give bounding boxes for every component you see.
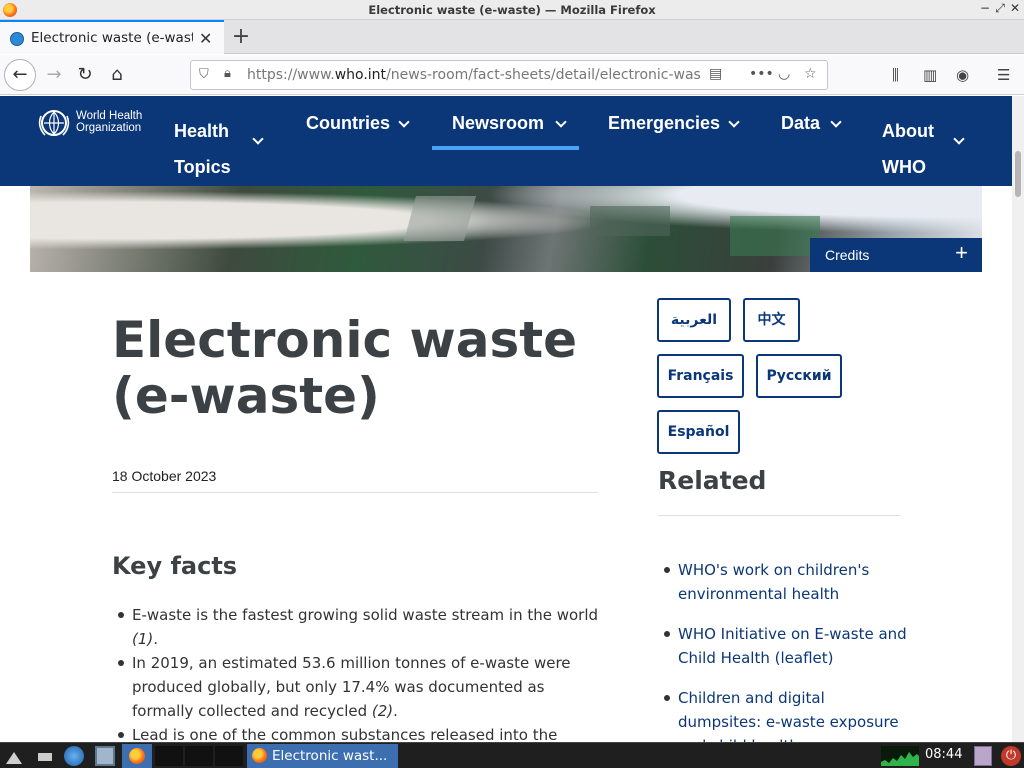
menu-icon[interactable]: ☰ xyxy=(997,66,1010,84)
reference-link[interactable]: (1) xyxy=(132,630,153,648)
firefox-launcher[interactable] xyxy=(122,744,152,768)
list-item: Lead is one of the common substances rel… xyxy=(118,723,608,742)
tab-label: Electronic waste (e-waste) xyxy=(31,30,193,46)
close-window-icon[interactable]: ✕ xyxy=(1008,1,1022,15)
workspace-1[interactable] xyxy=(155,746,183,766)
nav-about-who[interactable]: About WHO xyxy=(882,113,934,185)
minimize-icon[interactable]: − xyxy=(978,1,992,15)
bookmark-star-icon[interactable]: ☆ xyxy=(804,66,817,82)
reference-link[interactable]: (2) xyxy=(372,702,393,720)
chevron-down-icon[interactable] xyxy=(953,133,965,145)
lang-button-russian[interactable]: Русский xyxy=(756,354,842,398)
credits-label: Credits xyxy=(825,247,870,263)
key-facts-heading: Key facts xyxy=(112,552,238,580)
nav-countries[interactable]: Countries xyxy=(306,113,390,134)
who-favicon-icon xyxy=(10,32,24,46)
tracking-protection-icon[interactable]: ⛉ xyxy=(199,67,209,82)
related-heading: Related xyxy=(658,466,767,495)
who-emblem-icon[interactable] xyxy=(36,108,72,138)
forward-button[interactable]: → xyxy=(40,61,68,89)
lang-button-chinese[interactable]: 中文 xyxy=(743,298,800,342)
reload-button[interactable]: ↻ xyxy=(71,61,99,89)
library-icon[interactable]: ⫼ xyxy=(892,66,899,84)
start-menu-icon[interactable] xyxy=(4,746,24,766)
window-title: Electronic waste (e-waste) — Mozilla Fir… xyxy=(368,3,656,17)
key-facts-list: E-waste is the fastest growing solid was… xyxy=(118,603,608,742)
nav-data[interactable]: Data xyxy=(781,113,820,134)
chevron-down-icon[interactable] xyxy=(728,116,740,128)
address-bar[interactable]: ⛉ 🔒︎ https://www.who.int/news-room/fact-… xyxy=(190,60,828,90)
related-link[interactable]: WHO Initiative on E-waste and Child Heal… xyxy=(664,622,908,670)
desktop-taskbar: Electronic wast... 08:44 ⏻ xyxy=(0,742,1024,768)
nav-newsroom[interactable]: Newsroom xyxy=(452,113,544,134)
plus-icon: + xyxy=(955,240,968,265)
related-links: WHO's work on children's environmental h… xyxy=(664,558,908,742)
lang-button-arabic[interactable]: العربية xyxy=(657,298,731,342)
clock: 08:44 xyxy=(925,747,963,762)
reader-view-icon[interactable]: ▤ xyxy=(709,66,722,82)
who-site-nav: World Health Organization Health Topics C… xyxy=(0,96,1012,186)
navigation-toolbar: ← → ↻ ⌂ ⛉ 🔒︎ https://www.who.int/news-ro… xyxy=(0,55,1024,95)
taskbar-window-title: Electronic wast... xyxy=(272,748,388,764)
workspace-3[interactable] xyxy=(215,746,243,766)
lang-button-spanish[interactable]: Español xyxy=(657,410,740,454)
close-tab-icon[interactable]: ✕ xyxy=(199,29,212,48)
page-title: Electronic waste (e-waste) xyxy=(112,311,578,425)
tab-electronic-waste[interactable]: Electronic waste (e-waste) ✕ xyxy=(0,20,224,54)
chevron-down-icon[interactable] xyxy=(830,116,842,128)
account-icon[interactable]: ◉ xyxy=(956,66,969,84)
active-nav-underline xyxy=(432,146,579,150)
related-link[interactable]: Children and digital dumpsites: e-waste … xyxy=(664,686,908,742)
divider xyxy=(112,492,598,493)
url-text[interactable]: https://www.who.int/news-room/fact-sheet… xyxy=(247,67,700,83)
lock-icon[interactable]: 🔒︎ xyxy=(224,66,231,81)
back-button[interactable]: ← xyxy=(4,59,36,91)
page-scrollbar[interactable] xyxy=(1012,96,1024,742)
credits-toggle[interactable]: Credits + xyxy=(810,238,982,272)
cpu-monitor-graph xyxy=(881,746,919,766)
related-link[interactable]: WHO's work on children's environmental h… xyxy=(664,558,908,606)
power-icon[interactable]: ⏻ xyxy=(1001,746,1021,766)
lang-button-french[interactable]: Français xyxy=(657,354,744,398)
browser-launcher-icon[interactable] xyxy=(64,746,84,766)
web-page: World Health Organization Health Topics C… xyxy=(0,96,1012,742)
who-logo-text[interactable]: World Health Organization xyxy=(76,110,142,134)
window-titlebar: Electronic waste (e-waste) — Mozilla Fir… xyxy=(0,0,1024,20)
nav-health-topics[interactable]: Health Topics xyxy=(174,113,231,185)
chevron-down-icon[interactable] xyxy=(252,133,264,145)
workspace-2[interactable] xyxy=(185,746,213,766)
chevron-down-icon[interactable] xyxy=(555,116,567,128)
new-tab-icon[interactable]: + xyxy=(230,24,252,49)
tab-strip: Electronic waste (e-waste) ✕ + xyxy=(0,20,1024,54)
show-desktop-icon[interactable] xyxy=(38,753,52,761)
list-item: E-waste is the fastest growing solid was… xyxy=(118,603,608,651)
firefox-icon xyxy=(129,748,145,764)
maximize-icon[interactable]: ⤢ xyxy=(993,1,1007,16)
user-icon[interactable] xyxy=(974,746,992,766)
file-manager-icon[interactable] xyxy=(95,746,115,766)
scrollbar-thumb[interactable] xyxy=(1015,151,1021,197)
pocket-icon[interactable]: ◡ xyxy=(778,66,790,82)
divider xyxy=(658,515,901,516)
list-item: In 2019, an estimated 53.6 million tonne… xyxy=(118,651,608,723)
taskbar-window-firefox[interactable]: Electronic wast... xyxy=(247,744,398,768)
home-button[interactable]: ⌂ xyxy=(103,61,131,89)
firefox-icon xyxy=(252,748,267,763)
sidebar-icon[interactable]: ▥ xyxy=(923,66,937,84)
publish-date: 18 October 2023 xyxy=(112,468,217,484)
page-actions-icon[interactable]: ••• xyxy=(749,66,774,82)
nav-emergencies[interactable]: Emergencies xyxy=(608,113,720,134)
chevron-down-icon[interactable] xyxy=(398,116,410,128)
